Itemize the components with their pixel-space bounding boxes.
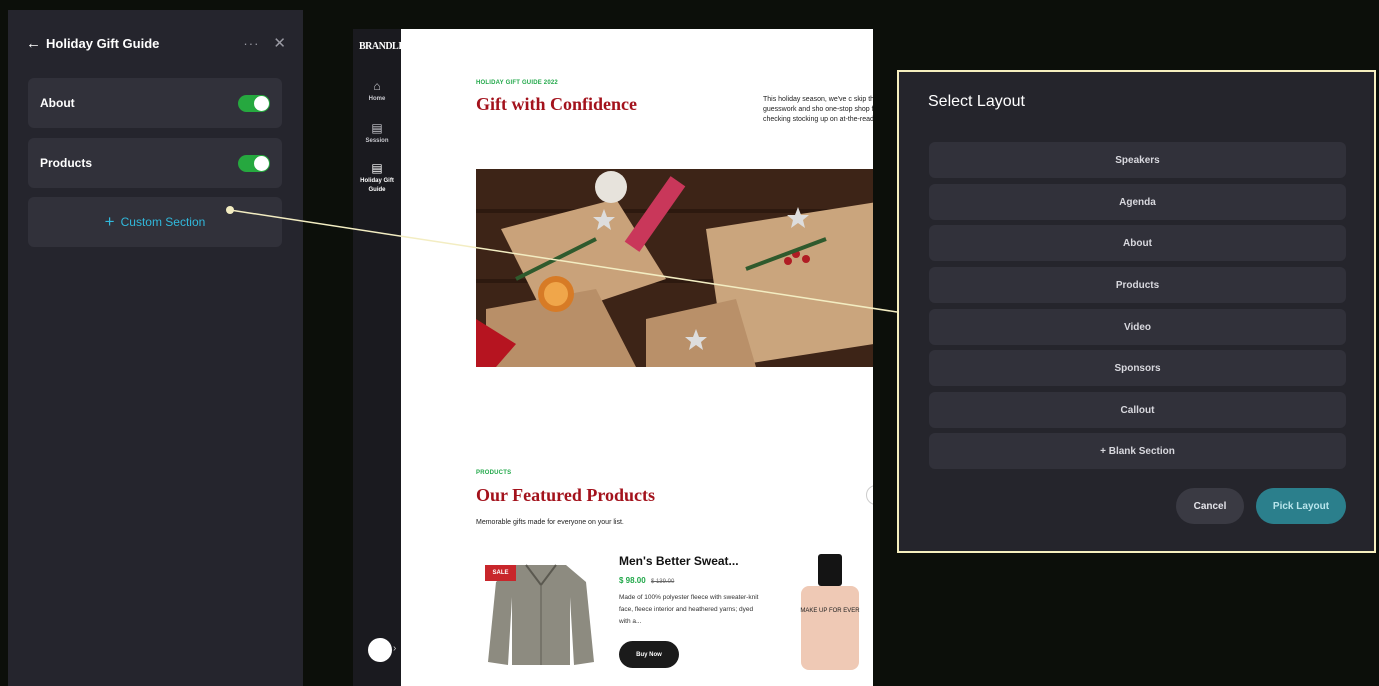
preview-sidebar-nav: BRANDLIVE ⌂ Home ▤ Session ▤ Holiday Gif…: [353, 29, 415, 686]
hero-intro: This holiday season, we've c skip the gu…: [763, 96, 873, 123]
nav-label: Home: [368, 96, 386, 102]
buy-now-button[interactable]: Buy Now: [619, 641, 679, 668]
panel-actions: ··· ✕: [243, 34, 286, 52]
nav-item-holiday-gift-guide[interactable]: ▤ Holiday Gift Guide: [353, 161, 401, 195]
bottle-label: MAKE UP FOR EVER: [800, 608, 860, 614]
carousel-next-button[interactable]: [866, 485, 873, 505]
chevron-right-icon[interactable]: ›: [393, 643, 396, 654]
hero-image: [476, 169, 873, 367]
layout-option-sponsors[interactable]: Sponsors: [929, 350, 1346, 386]
nav-label: Session: [365, 138, 389, 144]
toggle-knob: [254, 155, 269, 171]
plus-icon: +: [104, 212, 115, 231]
section-label: About: [40, 96, 75, 110]
calendar-icon: ▤: [371, 121, 383, 135]
original-price: $ 139.00: [650, 579, 675, 585]
toggle-knob: [254, 95, 269, 111]
layout-option-callout[interactable]: Callout: [929, 392, 1346, 428]
home-icon: ⌂: [373, 79, 381, 93]
gift-boxes-illustration: [476, 169, 873, 367]
hero-eyebrow: HOLIDAY GIFT GUIDE 2022: [476, 80, 558, 86]
layout-option-products[interactable]: Products: [929, 267, 1346, 303]
products-eyebrow: PRODUCTS: [476, 470, 512, 476]
foundation-product-image: MAKE UP FOR EVER: [800, 554, 860, 670]
products-toggle[interactable]: [238, 154, 270, 172]
products-description: Memorable gifts made for everyone on you…: [476, 519, 624, 526]
avatar[interactable]: [368, 638, 392, 662]
section-row-products[interactable]: Products: [28, 138, 282, 188]
section-row-about[interactable]: About: [28, 78, 282, 128]
layout-option-about[interactable]: About: [929, 225, 1346, 261]
section-settings-panel: ← Holiday Gift Guide ··· ✕ About Product…: [8, 10, 303, 686]
nav-item-session[interactable]: ▤ Session: [353, 121, 401, 146]
cancel-button[interactable]: Cancel: [1176, 488, 1244, 524]
hero-title: Gift with Confidence: [476, 94, 637, 114]
product-name[interactable]: Men's Better Sweat...: [619, 554, 739, 568]
select-layout-modal: Select Layout Speakers Agenda About Prod…: [897, 70, 1376, 553]
nav-label: Holiday Gift Guide: [360, 178, 394, 193]
custom-section-label: Custom Section: [120, 215, 206, 229]
document-icon: ▤: [371, 161, 383, 175]
page-preview: BRANDLIVE ⌂ Home ▤ Session ▤ Holiday Gif…: [353, 29, 873, 686]
current-price: $ 98.00: [619, 576, 646, 585]
panel-header: ← Holiday Gift Guide ··· ✕: [26, 34, 286, 53]
ellipsis-icon[interactable]: ···: [243, 36, 259, 51]
product-description: Made of 100% polyester fleece with sweat…: [619, 594, 759, 625]
section-label: Products: [40, 156, 93, 170]
layout-option-agenda[interactable]: Agenda: [929, 184, 1346, 220]
layout-option-blank-section[interactable]: + Blank Section: [929, 433, 1346, 469]
layout-option-speakers[interactable]: Speakers: [929, 142, 1346, 178]
layout-option-video[interactable]: Video: [929, 309, 1346, 345]
pick-layout-button[interactable]: Pick Layout: [1256, 488, 1346, 524]
sale-badge: SALE: [485, 565, 516, 581]
nav-item-home[interactable]: ⌂ Home: [353, 79, 401, 104]
back-arrow-icon[interactable]: ←: [26, 35, 44, 52]
custom-section-button[interactable]: + Custom Section: [28, 197, 282, 247]
modal-title: Select Layout: [928, 93, 1025, 110]
panel-title: Holiday Gift Guide: [46, 35, 160, 51]
close-icon[interactable]: ✕: [273, 34, 286, 52]
product-price: $ 98.00 $ 139.00: [619, 576, 674, 585]
preview-content: HOLIDAY GIFT GUIDE 2022 Gift with Confid…: [401, 29, 873, 686]
products-title: Our Featured Products: [476, 485, 655, 505]
about-toggle[interactable]: [238, 94, 270, 112]
